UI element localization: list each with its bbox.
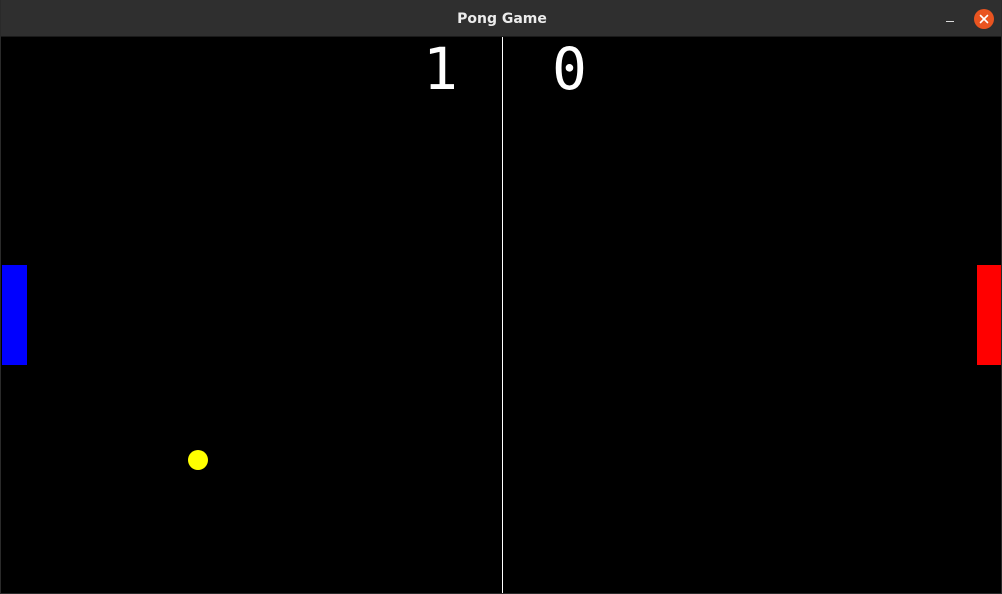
window-title: Pong Game <box>457 11 547 27</box>
close-icon <box>979 14 989 24</box>
left-paddle <box>2 265 27 365</box>
right-player-score: 0 <box>552 35 587 103</box>
close-button[interactable] <box>974 9 994 29</box>
minimize-button[interactable] <box>939 9 959 29</box>
game-canvas[interactable]: 1 0 <box>1 35 1001 593</box>
title-bar[interactable]: Pong Game <box>1 0 1001 37</box>
right-paddle <box>977 265 1001 365</box>
center-line <box>502 37 503 593</box>
game-window: Pong Game 1 0 <box>0 0 1002 594</box>
ball <box>188 450 208 470</box>
left-player-score: 1 <box>423 35 458 103</box>
